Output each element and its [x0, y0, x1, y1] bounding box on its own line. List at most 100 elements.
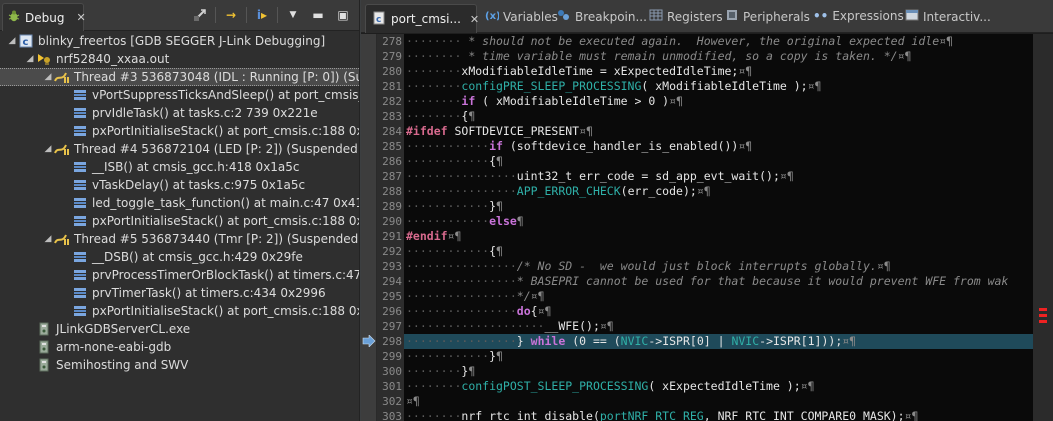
expand-collapse-icon[interactable]: ◢ — [42, 144, 54, 154]
toolbar-separator — [277, 7, 278, 23]
code-line[interactable]: ········}¶ — [404, 364, 1033, 379]
code-token: ¤¶ — [876, 259, 891, 273]
code-line[interactable]: ············{¶ — [404, 154, 1033, 169]
stack-frame-item[interactable]: prvTimerTask() at timers.c:434 0x2996 — [0, 284, 359, 302]
code-line[interactable]: #ifdef SOFTDEVICE_PRESENT¤¶ — [404, 124, 1033, 139]
expand-collapse-icon[interactable]: ◢ — [6, 36, 18, 46]
code-line[interactable]: ········xModifiableIdleTime = xExpectedI… — [404, 64, 1033, 79]
code-line[interactable]: #endif¤¶ — [404, 229, 1033, 244]
maximize-icon[interactable]: ▣ — [333, 6, 353, 24]
code-token: ¤¶ — [738, 64, 753, 78]
code-line[interactable]: ····················__WFE();¤¶ — [404, 319, 1033, 334]
tree-item[interactable]: ◢ c blinky_freertos [GDB SEGGER J-Link Deb… — [0, 32, 359, 50]
code-line[interactable]: ················do{¤¶ — [404, 304, 1033, 319]
line-number: 288 — [382, 185, 402, 198]
code-line[interactable]: ············if (softdevice_handler_is_en… — [404, 139, 1033, 154]
tree-item-label: __ISB() at cmsis_gcc.h:418 0x1a5c — [92, 160, 300, 174]
code-line[interactable]: ················* BASEPRI cannot be used… — [404, 274, 1033, 289]
line-number: 281 — [382, 80, 402, 93]
line-number: 284 — [382, 125, 402, 138]
code-editor[interactable]: ········ * should not be executed again.… — [404, 34, 1033, 421]
code-line[interactable]: ········configPOST_SLEEP_PROCESSING( xEx… — [404, 379, 1033, 394]
code-line[interactable]: ················APP_ERROR_CHECK(err_code… — [404, 184, 1033, 199]
stack-frame-item[interactable]: pxPortInitialiseStack() at port_cmsis.c:… — [0, 212, 359, 230]
minimize-icon[interactable]: ▬ — [308, 6, 328, 24]
stack-frame-item[interactable]: __ISB() at cmsis_gcc.h:418 0x1a5c — [0, 158, 359, 176]
code-token: configPRE_SLEEP_PROCESSING — [461, 79, 642, 93]
tab-expressions[interactable]: •• Expressions — [813, 9, 904, 23]
expand-collapse-icon[interactable]: ◢ — [42, 72, 54, 82]
tree-item[interactable]: ◢ nrf52840_xxaa.out — [0, 50, 359, 68]
debug-toolbar: → i ▸ ▼ ▬ ▣ — [190, 6, 353, 24]
stack-frame-item[interactable]: prvProcessTimerOrBlockTask() at timers.c… — [0, 266, 359, 284]
thread-item[interactable]: ◢ Thread #5 536873440 (Tmr [P: 2]) (Suspe… — [0, 230, 359, 248]
code-line[interactable]: ········{¶ — [404, 109, 1033, 124]
tab-breakpoints-label: Breakpoin... — [575, 9, 647, 24]
code-token: ¤¶ — [447, 229, 462, 243]
stack-frame-icon — [72, 304, 88, 318]
code-line[interactable]: ¤¶ — [404, 394, 1033, 409]
code-line[interactable]: ············}¶ — [404, 349, 1033, 364]
line-number: 285 — [382, 140, 402, 153]
tab-interactive[interactable]: Interactiv... — [905, 9, 991, 24]
code-line[interactable]: ············}¶ — [404, 199, 1033, 214]
code-token: ················ — [406, 274, 517, 288]
annotation-ruler[interactable] — [361, 34, 377, 421]
tree-item[interactable]: Semihosting and SWV — [0, 356, 359, 374]
view-menu-icon[interactable]: ▼ — [283, 6, 303, 24]
expand-collapse-icon[interactable]: ◢ — [24, 54, 36, 64]
code-line[interactable]: ············else¶ — [404, 214, 1033, 229]
thread-item[interactable]: ◢ Thread #3 536873048 (IDL : Running [P: … — [0, 68, 359, 86]
instruction-stepping-icon[interactable]: i ▸ — [252, 6, 272, 24]
code-token: /* No SD - we would just block interrupt… — [516, 259, 877, 273]
code-token: ¤¶ — [669, 94, 683, 108]
thread-suspended-icon — [54, 70, 70, 84]
tab-variables[interactable]: (x) Variables — [485, 9, 558, 24]
expand-collapse-icon[interactable]: ◢ — [42, 234, 54, 244]
close-tab-icon[interactable]: ✕ — [470, 13, 479, 26]
svg-text:c: c — [23, 37, 29, 48]
code-line[interactable]: ················*/¤¶ — [404, 289, 1033, 304]
code-line[interactable]: ············{¶ — [404, 244, 1033, 259]
code-line[interactable]: ········if ( xModifiableIdleTime > 0 )¤¶ — [404, 94, 1033, 109]
close-tab-icon[interactable]: ✕ — [76, 11, 85, 24]
stack-frame-item[interactable]: pxPortInitialiseStack() at port_cmsis.c:… — [0, 302, 359, 320]
line-number: 278 — [382, 35, 402, 48]
stack-frame-item[interactable]: pxPortInitialiseStack() at port_cmsis.c:… — [0, 122, 359, 140]
overview-error-marker[interactable] — [1039, 314, 1047, 317]
overview-error-marker[interactable] — [1039, 320, 1047, 323]
code-line[interactable]: ················uint32_t err_code = sd_a… — [404, 169, 1033, 184]
disconnect-icon[interactable] — [190, 6, 210, 24]
editor-tabbar: c port_cmsi... ✕ (x) Variables Breakpoin… — [361, 0, 1053, 33]
stack-frame-item[interactable]: prvIdleTask() at tasks.c:2 739 0x221e — [0, 104, 359, 122]
code-line[interactable]: ········configPRE_SLEEP_PROCESSING( xMod… — [404, 79, 1033, 94]
tab-peripherals[interactable]: Peripherals — [725, 9, 810, 24]
line-number: 297 — [382, 320, 402, 333]
debug-tab[interactable]: Debug ✕ — [2, 3, 86, 31]
overview-ruler[interactable] — [1033, 34, 1053, 421]
line-number: 298 — [382, 335, 402, 348]
overview-error-marker[interactable] — [1039, 308, 1047, 311]
stack-frame-item[interactable]: __DSB() at cmsis_gcc.h:429 0x29fe — [0, 248, 359, 266]
svg-text:c: c — [376, 15, 381, 25]
thread-item[interactable]: ◢ Thread #4 536872104 (LED [P: 2]) (Suspe… — [0, 140, 359, 158]
stack-frame-item[interactable]: vTaskDelay() at tasks.c:975 0x1a5c — [0, 176, 359, 194]
code-line[interactable]: ················/* No SD - we would just… — [404, 259, 1033, 274]
tab-breakpoints[interactable]: Breakpoin... — [557, 9, 647, 24]
code-token: } — [489, 199, 497, 213]
tree-item[interactable]: JLinkGDBServerCL.exe — [0, 320, 359, 338]
code-token: ········ — [406, 364, 462, 378]
stack-frame-item[interactable]: led_toggle_task_function() at main.c:47 … — [0, 194, 359, 212]
current-code-line[interactable]: ················} while (0 == (NVIC->ISP… — [404, 334, 1033, 349]
code-line[interactable]: ········ * should not be executed again.… — [404, 34, 1033, 49]
code-line[interactable]: ········nrf_rtc_int_disable(portNRF_RTC_… — [404, 409, 1033, 421]
tree-item[interactable]: arm-none-eabi-gdb — [0, 338, 359, 356]
tab-registers[interactable]: Registers — [649, 9, 723, 24]
code-line[interactable]: ········ * time variable must remain unm… — [404, 49, 1033, 64]
code-token: else — [489, 214, 517, 228]
code-token: ········ — [406, 64, 462, 78]
stack-frame-item[interactable]: vPortSuppressTicksAndSleep() at port_cms… — [0, 86, 359, 104]
editor-tab-port-cmsis[interactable]: c port_cmsi... ✕ — [365, 4, 479, 33]
line-number: 291 — [382, 230, 402, 243]
step-over-icon[interactable]: → — [221, 6, 241, 24]
